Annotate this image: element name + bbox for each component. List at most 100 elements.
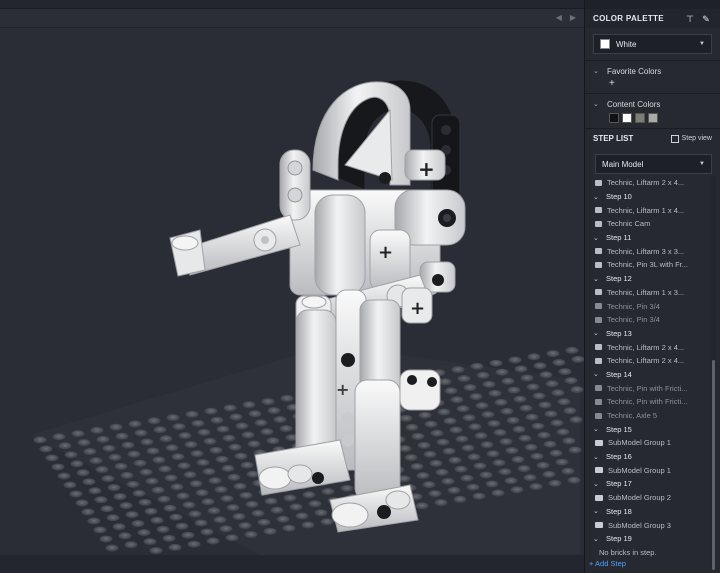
- step-row[interactable]: ⌄ Step 19: [585, 532, 709, 546]
- chevron-down-icon: ▼: [699, 161, 705, 167]
- eyedropper-icon[interactable]: ✎: [700, 13, 712, 25]
- viewport-top-strip: [0, 0, 584, 9]
- baseplate-stud: [264, 497, 278, 505]
- baseplate-stud: [105, 544, 119, 552]
- baseplate-stud: [543, 440, 557, 448]
- step-row[interactable]: ⌄ Step 15: [585, 422, 709, 436]
- baseplate-stud: [137, 529, 151, 537]
- scrollbar-thumb[interactable]: [712, 360, 715, 570]
- favorite-colors-toggle[interactable]: ⌄ Favorite Colors: [593, 65, 712, 77]
- step-list-title: STEP LIST: [593, 134, 634, 143]
- step-row-label: No bricks in step.: [599, 547, 657, 557]
- baseplate-stud: [190, 450, 204, 458]
- brick-row[interactable]: Technic, Liftarm 1 x 4...: [585, 203, 709, 217]
- baseplate-stud: [557, 398, 571, 406]
- brick-row[interactable]: Technic, Pin 3/4: [585, 313, 709, 327]
- content-color-swatch[interactable]: [648, 113, 658, 123]
- baseplate-stud: [121, 441, 135, 449]
- step-row[interactable]: ⌄ Step 18: [585, 505, 709, 519]
- step-row-label: Technic, Pin with Fricti...: [607, 397, 688, 407]
- baseplate-stud: [191, 419, 205, 427]
- chevron-down-icon: ⌄: [593, 275, 599, 283]
- next-arrow-icon[interactable]: ▶: [570, 13, 576, 22]
- baseplate-stud: [232, 513, 246, 521]
- baseplate-stud: [194, 519, 208, 527]
- baseplate-stud: [511, 456, 525, 464]
- add-step-button[interactable]: + Add Step: [589, 559, 626, 568]
- paint-roller-icon[interactable]: ⊤: [684, 13, 696, 25]
- baseplate-stud: [195, 489, 209, 497]
- baseplate-stud: [529, 483, 543, 491]
- step-row-label: Step 18: [606, 506, 632, 516]
- step-row-label: Technic, Pin with Fricti...: [607, 383, 688, 393]
- baseplate-stud: [489, 359, 503, 367]
- brick-row[interactable]: Technic, Liftarm 2 x 4...: [585, 176, 709, 190]
- baseplate-stud: [488, 389, 502, 397]
- baseplate-stud: [113, 493, 127, 501]
- submodel-row[interactable]: SubModel Group 1: [585, 463, 709, 477]
- step-row-label: Technic, Liftarm 3 x 3...: [607, 246, 685, 256]
- brick-row[interactable]: Technic Cam: [585, 217, 709, 231]
- brick-row[interactable]: Technic, Liftarm 1 x 3...: [585, 286, 709, 300]
- step-row[interactable]: ⌄ Step 16: [585, 450, 709, 464]
- submodel-row[interactable]: SubModel Group 3: [585, 518, 709, 532]
- baseplate-stud: [532, 392, 546, 400]
- content-color-swatch[interactable]: [622, 113, 632, 123]
- baseplate-stud: [209, 446, 223, 454]
- baseplate-stud: [254, 419, 268, 427]
- step-row[interactable]: ⌄ Step 14: [585, 368, 709, 382]
- baseplate-stud: [88, 487, 102, 495]
- step-row[interactable]: ⌄ Step 10: [585, 190, 709, 204]
- baseplate-stud: [556, 428, 570, 436]
- step-row[interactable]: ⌄ Step 12: [585, 272, 709, 286]
- brick-row[interactable]: Technic, Pin 3/4: [585, 299, 709, 313]
- baseplate-stud: [145, 477, 159, 485]
- baseplate-stud: [170, 483, 184, 491]
- brick-row[interactable]: Technic, Axle 5: [585, 409, 709, 423]
- model-select[interactable]: Main Model ▼: [595, 154, 712, 174]
- baseplate-stud: [171, 453, 185, 461]
- step-row-label: Technic, Liftarm 1 x 3...: [607, 287, 685, 297]
- brick-row[interactable]: Technic, Pin with Fricti...: [585, 395, 709, 409]
- baseplate-stud: [225, 534, 239, 542]
- baseplate-stud: [138, 498, 152, 506]
- model-render[interactable]: + + + +: [0, 28, 584, 555]
- brick-row[interactable]: Technic, Liftarm 2 x 4...: [585, 340, 709, 354]
- brick-row[interactable]: Technic, Liftarm 3 x 3...: [585, 244, 709, 258]
- previous-arrow-icon[interactable]: ◀: [556, 13, 562, 22]
- baseplate-stud: [283, 494, 297, 502]
- baseplate-stud: [282, 524, 296, 532]
- baseplate-stud: [106, 514, 120, 522]
- baseplate-stud: [240, 461, 254, 469]
- brick-row[interactable]: Technic, Liftarm 2 x 4...: [585, 354, 709, 368]
- baseplate-stud: [102, 444, 116, 452]
- step-row[interactable]: ⌄ Step 11: [585, 231, 709, 245]
- baseplate-stud: [69, 490, 83, 498]
- baseplate-stud: [448, 456, 462, 464]
- content-color-swatch[interactable]: [635, 113, 645, 123]
- submodel-row[interactable]: SubModel Group 2: [585, 491, 709, 505]
- step-view-checkbox[interactable]: [670, 134, 679, 143]
- step-row[interactable]: ⌄ Step 17: [585, 477, 709, 491]
- chevron-down-icon: ▼: [699, 41, 705, 47]
- brick-row[interactable]: Technic, Pin 3L with Fr...: [585, 258, 709, 272]
- content-color-swatch[interactable]: [609, 113, 619, 123]
- submodel-row[interactable]: SubModel Group 1: [585, 436, 709, 450]
- baseplate-stud: [498, 468, 512, 476]
- chevron-down-icon: ⌄: [593, 234, 599, 242]
- baseplate-stud: [404, 454, 418, 462]
- baseplate-stud: [520, 374, 534, 382]
- add-favorite-color-button[interactable]: +: [609, 77, 712, 91]
- baseplate-stud: [82, 478, 96, 486]
- 3d-viewport[interactable]: ◀ ▶ + + + +: [0, 0, 584, 573]
- step-list: Technic, Liftarm 2 x 4... ⌄ Step 10 Technic…: [585, 176, 709, 558]
- step-row[interactable]: ⌄ Step 13: [585, 327, 709, 341]
- baseplate-stud: [241, 431, 255, 439]
- brick-row[interactable]: Technic, Pin with Fricti...: [585, 381, 709, 395]
- content-colors-toggle[interactable]: ⌄ Content Colors: [593, 98, 712, 110]
- baseplate-stud: [539, 371, 553, 379]
- color-select[interactable]: White ▼: [593, 34, 712, 54]
- baseplate-stud: [153, 426, 167, 434]
- chevron-down-icon: ⌄: [593, 453, 599, 461]
- baseplate-stud: [549, 449, 563, 457]
